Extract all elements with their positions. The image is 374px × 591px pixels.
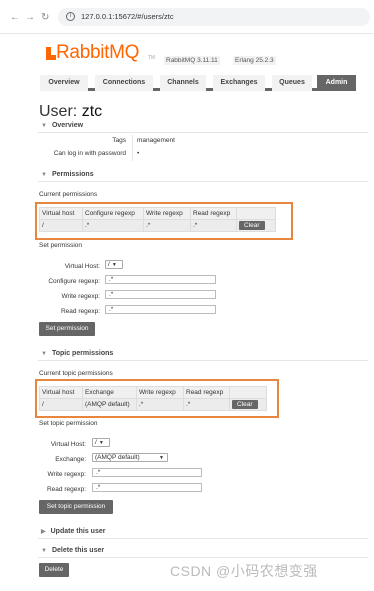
topic-permissions-section-header[interactable]: ▼ Topic permissions: [38, 350, 368, 361]
expand-triangle-icon: ▶: [41, 529, 46, 535]
cell-vhost: /: [39, 398, 83, 411]
delete-user-heading: Delete this user: [51, 547, 105, 554]
update-user-section-header[interactable]: ▶ Update this user: [38, 528, 368, 539]
col-write-regexp: Write regexp: [136, 386, 184, 399]
overview-section-header[interactable]: ▼ Overview: [38, 122, 368, 133]
col-actions: [236, 207, 276, 220]
overview-heading: Overview: [51, 122, 84, 129]
tags-label: Tags: [112, 137, 126, 144]
tags-value: management: [137, 137, 175, 144]
cell-write: .*: [136, 398, 184, 411]
tab-admin[interactable]: Admin: [317, 75, 356, 91]
site-info-icon[interactable]: i: [66, 12, 75, 21]
update-user-heading: Update this user: [50, 528, 106, 535]
collapse-triangle-icon: ▼: [41, 351, 47, 357]
cell-vhost: /: [39, 219, 83, 232]
topic-permissions-table: Virtual host Exchange Write regexp Read …: [39, 386, 267, 411]
vhost-select-value: /: [108, 261, 110, 268]
col-exchange: Exchange: [82, 386, 137, 399]
col-actions: [229, 386, 267, 399]
tab-queues[interactable]: Queues: [272, 75, 312, 91]
cell-configure: .*: [82, 219, 144, 232]
cell-exchange: (AMQP default): [82, 398, 137, 411]
configure-regexp-label: Configure regexp:: [48, 278, 100, 285]
permissions-table: Virtual host Configure regexp Write rege…: [39, 207, 276, 232]
page-title: User: ztc: [39, 103, 102, 121]
delete-user-button[interactable]: Delete: [39, 563, 69, 577]
set-topic-permission-label: Set topic permission: [39, 420, 98, 427]
read-regexp-input[interactable]: .*: [105, 305, 216, 314]
watermark-text: CSDN @小码农想变强: [170, 563, 318, 579]
topic-vhost-select[interactable]: / ▼: [92, 438, 110, 447]
collapse-triangle-icon: ▼: [41, 548, 47, 554]
tab-overview[interactable]: Overview: [40, 75, 88, 91]
reload-icon[interactable]: ↻: [41, 12, 49, 23]
topic-vhost-label: Virtual Host:: [50, 441, 86, 448]
cell-actions: Clear: [229, 398, 267, 411]
vhost-label: Virtual Host:: [64, 263, 100, 270]
collapse-triangle-icon: ▼: [41, 123, 47, 129]
tab-channels[interactable]: Channels: [160, 75, 206, 91]
set-permission-button[interactable]: Set permission: [39, 322, 95, 336]
col-configure-regexp: Configure regexp: [82, 207, 144, 220]
permissions-section-header[interactable]: ▼ Permissions: [38, 171, 368, 182]
delete-user-section-header[interactable]: ▼ Delete this user: [38, 547, 368, 558]
topic-read-regexp-label: Read regexp:: [46, 486, 86, 493]
erlang-version: Erlang 25.2.3: [233, 56, 276, 65]
current-topic-permissions-label: Current topic permissions: [39, 370, 113, 377]
rabbitmq-version: RabbitMQ 3.11.11: [164, 56, 220, 65]
current-permissions-label: Current permissions: [39, 191, 98, 198]
exchange-label: Exchange:: [55, 456, 86, 463]
permissions-heading: Permissions: [51, 171, 94, 178]
topic-permissions-heading: Topic permissions: [51, 350, 114, 357]
clear-permission-button[interactable]: Clear: [239, 221, 265, 230]
title-username: ztc: [81, 103, 103, 120]
vhost-select[interactable]: / ▼: [105, 260, 123, 269]
exchange-select-value: (AMQP default): [95, 454, 140, 461]
topic-write-regexp-label: Write regexp:: [47, 471, 86, 478]
topic-write-regexp-input[interactable]: .*: [92, 468, 202, 477]
col-write-regexp: Write regexp: [143, 207, 191, 220]
login-label: Can log in with password: [53, 150, 126, 157]
login-value: •: [137, 150, 140, 157]
tab-connections[interactable]: Connections: [95, 75, 153, 91]
back-icon[interactable]: ←: [10, 12, 20, 23]
col-read-regexp: Read regexp: [190, 207, 237, 220]
tab-exchanges[interactable]: Exchanges: [213, 75, 265, 91]
forward-icon[interactable]: →: [25, 12, 35, 23]
table-row: / (AMQP default) .* .* Clear: [39, 398, 267, 411]
cell-write: .*: [143, 219, 191, 232]
logo-tm: TM: [148, 55, 156, 61]
title-prefix: User:: [39, 103, 78, 120]
topic-read-regexp-input[interactable]: .*: [92, 483, 202, 492]
cell-read: .*: [190, 219, 237, 232]
url-text[interactable]: 127.0.0.1:15672/#/users/ztc: [81, 12, 174, 21]
topic-vhost-select-value: /: [95, 439, 97, 446]
table-header-row: Virtual host Configure regexp Write rege…: [39, 207, 276, 220]
col-read-regexp: Read regexp: [183, 386, 230, 399]
table-header-row: Virtual host Exchange Write regexp Read …: [39, 386, 267, 399]
col-virtual-host: Virtual host: [39, 386, 83, 399]
write-regexp-label: Write regexp:: [61, 293, 100, 300]
exchange-select[interactable]: (AMQP default) ▼: [92, 453, 168, 462]
cell-actions: Clear: [236, 219, 276, 232]
set-permission-label: Set permission: [39, 242, 82, 249]
table-row: / .* .* .* Clear: [39, 219, 276, 232]
set-topic-permission-button[interactable]: Set topic permission: [39, 500, 113, 514]
cell-read: .*: [183, 398, 230, 411]
read-regexp-label: Read regexp:: [60, 308, 100, 315]
chevron-down-icon: ▼: [159, 455, 164, 461]
collapse-triangle-icon: ▼: [41, 172, 47, 178]
chevron-down-icon: ▼: [111, 262, 117, 268]
chevron-down-icon: ▼: [98, 440, 104, 446]
write-regexp-input[interactable]: .*: [105, 290, 216, 299]
divider: [132, 135, 133, 161]
rabbitmq-logo[interactable]: RabbitMQ: [56, 42, 139, 64]
rabbitmq-logo-mark: [46, 47, 56, 61]
col-virtual-host: Virtual host: [39, 207, 83, 220]
clear-topic-permission-button[interactable]: Clear: [232, 400, 258, 409]
configure-regexp-input[interactable]: .*: [105, 275, 216, 284]
